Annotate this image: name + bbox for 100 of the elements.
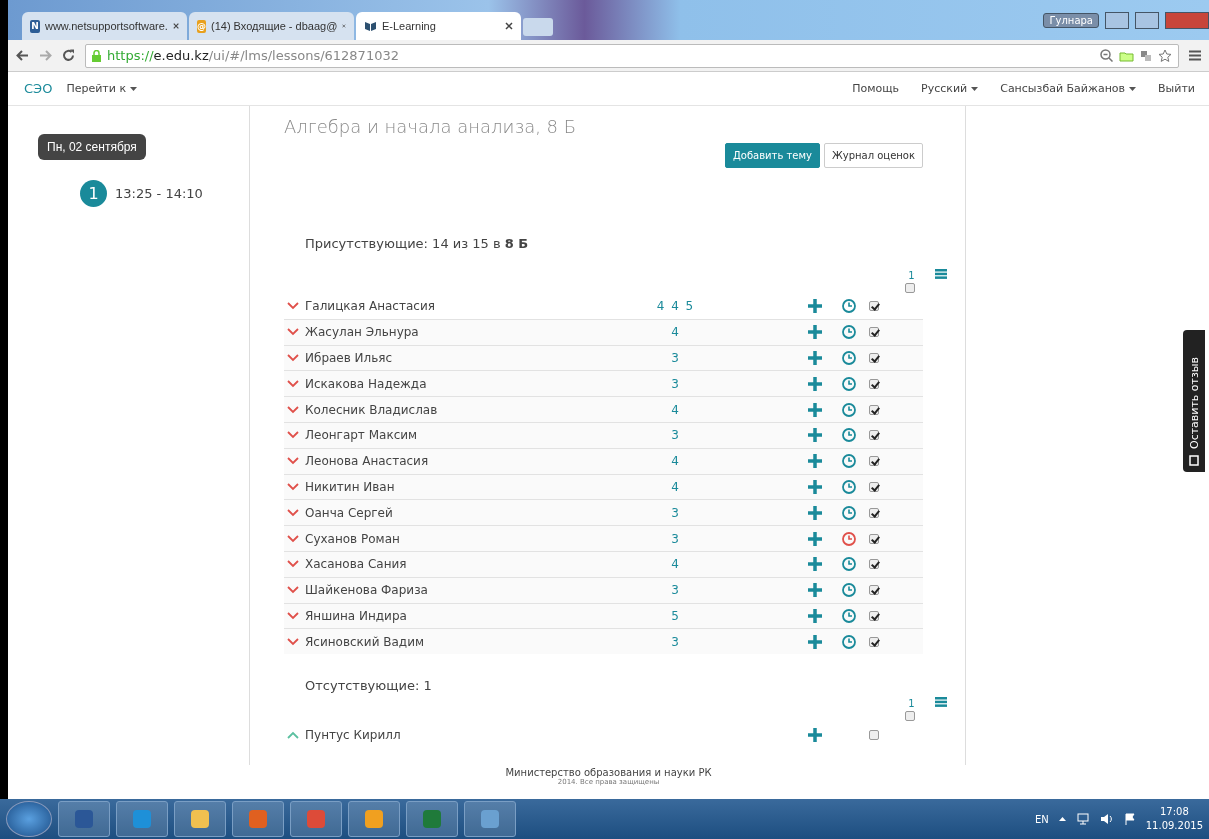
clock-icon[interactable] bbox=[842, 325, 856, 340]
plus-icon[interactable] bbox=[808, 531, 822, 546]
student-grades[interactable]: 3 bbox=[605, 428, 745, 443]
back-icon[interactable] bbox=[16, 50, 29, 61]
chevron-down-icon[interactable] bbox=[287, 457, 299, 466]
chevron-down-icon[interactable] bbox=[287, 508, 299, 517]
student-grades[interactable]: 3 bbox=[605, 634, 745, 649]
student-grades[interactable]: 5 bbox=[605, 608, 745, 623]
attendance-checkbox[interactable] bbox=[869, 353, 879, 363]
close-icon[interactable] bbox=[172, 22, 179, 30]
maximize-button[interactable] bbox=[1135, 12, 1159, 29]
list-icon[interactable] bbox=[935, 269, 947, 279]
clock-icon[interactable] bbox=[842, 479, 856, 494]
clock-icon[interactable] bbox=[842, 376, 856, 391]
taskbar-app-button[interactable] bbox=[464, 801, 516, 837]
chevron-down-icon[interactable] bbox=[287, 586, 299, 595]
clock-icon[interactable] bbox=[842, 505, 856, 520]
reload-icon[interactable] bbox=[62, 49, 75, 62]
grades-journal-button[interactable]: Журнал оценок bbox=[823, 143, 923, 168]
student-grades[interactable]: 4 bbox=[605, 479, 745, 494]
clock-icon[interactable] bbox=[842, 557, 856, 572]
chevron-down-icon[interactable] bbox=[287, 611, 299, 620]
nav-link[interactable]: Помощь bbox=[852, 82, 899, 95]
attendance-checkbox[interactable] bbox=[869, 378, 879, 389]
student-grades[interactable]: 4 bbox=[605, 325, 745, 340]
browser-tab[interactable]: N www.netsupportsoftware. bbox=[22, 12, 187, 40]
brand-link[interactable]: СЭО bbox=[24, 81, 53, 96]
chevron-down-icon[interactable] bbox=[287, 302, 299, 311]
address-field[interactable]: https://e.edu.kz/ui/#/lms/lessons/612871032 bbox=[85, 43, 1179, 68]
network-icon[interactable] bbox=[1075, 813, 1090, 825]
list-icon[interactable] bbox=[935, 697, 947, 708]
clock-icon[interactable] bbox=[842, 454, 856, 469]
clock-icon[interactable] bbox=[842, 531, 856, 546]
attendance-checkbox[interactable] bbox=[869, 585, 879, 596]
clock[interactable]: 17:08 11.09.2015 bbox=[1145, 805, 1203, 833]
chevron-down-icon[interactable] bbox=[287, 431, 299, 440]
speaker-icon[interactable] bbox=[1099, 813, 1114, 825]
clock-icon[interactable] bbox=[842, 428, 856, 443]
taskbar-app-button[interactable] bbox=[58, 801, 110, 837]
nav-link[interactable]: Русский bbox=[921, 82, 968, 95]
plus-icon[interactable] bbox=[808, 557, 822, 572]
student-grades[interactable]: 4 4 5 bbox=[605, 299, 745, 314]
forward-icon[interactable] bbox=[39, 50, 52, 61]
attendance-checkbox[interactable] bbox=[869, 533, 879, 544]
taskbar-app-button[interactable] bbox=[290, 801, 342, 837]
attendance-checkbox[interactable] bbox=[869, 301, 879, 312]
clock-icon[interactable] bbox=[842, 351, 856, 365]
nav-link[interactable]: Выйти bbox=[1158, 82, 1195, 95]
plus-icon[interactable] bbox=[808, 608, 822, 623]
student-grades[interactable]: 3 bbox=[605, 505, 745, 520]
clock-icon[interactable] bbox=[842, 634, 856, 649]
student-grades[interactable]: 3 bbox=[605, 351, 745, 365]
attendance-checkbox[interactable] bbox=[869, 636, 879, 647]
goto-menu[interactable]: Перейти к bbox=[66, 82, 127, 95]
plus-icon[interactable] bbox=[808, 583, 822, 598]
attendance-checkbox[interactable] bbox=[869, 327, 879, 338]
taskbar-app-button[interactable] bbox=[232, 801, 284, 837]
chevron-down-icon[interactable] bbox=[287, 560, 299, 569]
plus-icon[interactable] bbox=[808, 505, 822, 520]
caret-icon[interactable] bbox=[130, 86, 138, 91]
plus-icon[interactable] bbox=[808, 299, 822, 314]
attendance-checkbox[interactable] bbox=[869, 559, 879, 570]
language-indicator[interactable]: EN bbox=[1034, 813, 1049, 825]
browser-tab[interactable]: E-Learning bbox=[356, 12, 521, 40]
menu-icon[interactable] bbox=[1189, 50, 1201, 61]
student-grades[interactable]: 4 bbox=[605, 454, 745, 469]
attendance-checkbox[interactable] bbox=[869, 729, 879, 740]
taskbar-app-button[interactable] bbox=[406, 801, 458, 837]
flag-icon[interactable] bbox=[1123, 813, 1136, 825]
chevron-up-icon[interactable] bbox=[287, 730, 299, 739]
plus-icon[interactable] bbox=[808, 402, 822, 417]
student-grades[interactable]: 3 bbox=[605, 376, 745, 391]
caret-icon[interactable] bbox=[1129, 86, 1137, 91]
attendance-checkbox[interactable] bbox=[869, 507, 879, 518]
select-all-checkbox[interactable] bbox=[905, 711, 915, 722]
chevron-down-icon[interactable] bbox=[287, 354, 299, 362]
browser-tab[interactable]: @ (14) Входящие - dbaag@ bbox=[189, 12, 354, 40]
select-all-checkbox[interactable] bbox=[905, 283, 915, 293]
plus-icon[interactable] bbox=[808, 376, 822, 391]
clock-icon[interactable] bbox=[842, 402, 856, 417]
zoom-icon[interactable] bbox=[1100, 49, 1113, 62]
plus-icon[interactable] bbox=[808, 454, 822, 469]
feedback-tab[interactable]: Оставить отзыв bbox=[1183, 330, 1205, 472]
attendance-checkbox[interactable] bbox=[869, 404, 879, 415]
student-grades[interactable]: 4 bbox=[605, 402, 745, 417]
chevron-down-icon[interactable] bbox=[287, 482, 299, 491]
attendance-checkbox[interactable] bbox=[869, 481, 879, 492]
clock-icon[interactable] bbox=[842, 299, 856, 314]
attendance-checkbox[interactable] bbox=[869, 610, 879, 621]
taskbar-app-button[interactable] bbox=[174, 801, 226, 837]
plus-icon[interactable] bbox=[808, 727, 822, 742]
student-grades[interactable]: 3 bbox=[605, 531, 745, 546]
star-icon[interactable] bbox=[1158, 48, 1172, 63]
plus-icon[interactable] bbox=[808, 325, 822, 340]
start-button[interactable] bbox=[6, 801, 52, 837]
plus-icon[interactable] bbox=[808, 428, 822, 443]
attendance-checkbox[interactable] bbox=[869, 456, 879, 467]
chevron-down-icon[interactable] bbox=[287, 405, 299, 414]
translate-icon[interactable] bbox=[1140, 49, 1152, 62]
nav-link[interactable]: Сансызбай Байжанов bbox=[1000, 82, 1126, 95]
